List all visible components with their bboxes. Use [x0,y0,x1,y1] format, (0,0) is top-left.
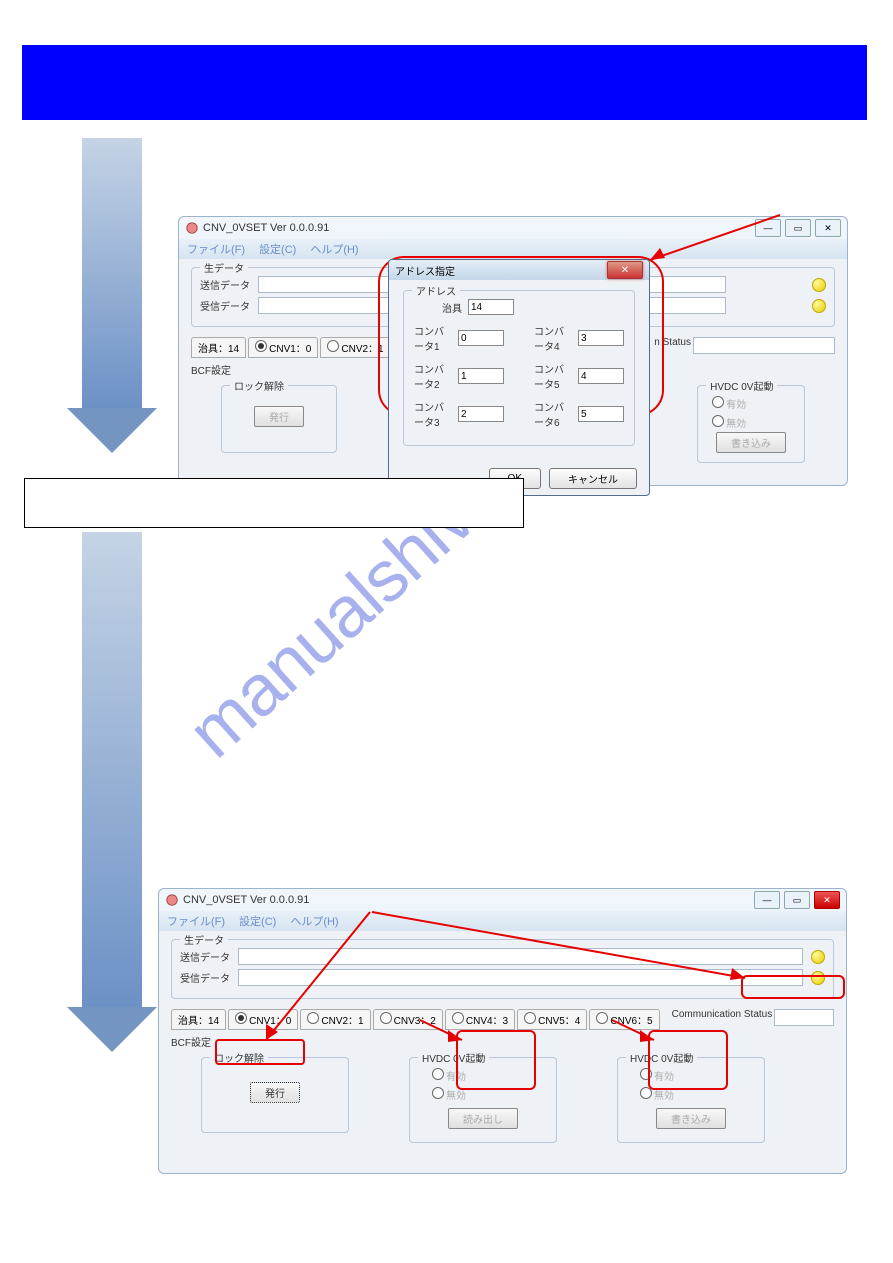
comm-status-label: Communication Status [672,1009,773,1030]
menubar: ファイル(F) 設定(C) ヘルプ(H) [179,239,847,259]
conv1-label: コンバータ1 [414,323,452,353]
empty-text-box [24,478,524,528]
recv-data-label: 受信データ [200,298,250,313]
recv-data-label-2: 受信データ [180,970,230,985]
conv6-label: コンバータ6 [534,399,572,429]
close-button[interactable]: ✕ [815,219,841,237]
conv4-label: コンバータ4 [534,323,572,353]
menu-settings[interactable]: 設定(C) [259,241,296,257]
lock-release-group-2: ロック解除 発行 [201,1057,349,1133]
titlebar[interactable]: CNV_0VSET Ver 0.0.0.91 — ▭ ✕ [179,217,847,239]
hvdc-group-2a: HVDC 0V起動 有効 無効 読み出し [409,1057,557,1143]
lock-release-legend: ロック解除 [230,378,288,393]
hvdc-legend-2a: HVDC 0V起動 [418,1050,489,1065]
menu-file[interactable]: ファイル(F) [187,241,245,257]
tab-cnv2-2[interactable]: CNV2：1 [300,1009,370,1030]
app-icon [185,221,199,235]
menu-help-2[interactable]: ヘルプ(H) [290,913,338,929]
read-button-2[interactable]: 読み出し [448,1108,518,1129]
tab-cnv1[interactable]: CNV1：0 [248,337,318,358]
minimize-button-2[interactable]: — [754,891,780,909]
window-title: CNV_0VSET Ver 0.0.0.91 [203,222,755,234]
conv4-input[interactable] [578,330,624,346]
maximize-button[interactable]: ▭ [785,219,811,237]
comm-status-field [774,1009,834,1026]
send-data-field-2[interactable] [238,948,803,965]
hvdc-legend: HVDC 0V起動 [706,378,777,393]
bcf-label-2: BCF設定 [171,1034,834,1049]
maximize-button-2[interactable]: ▭ [784,891,810,909]
radio-valid-2b[interactable]: 有効 [654,1072,674,1083]
app-window-2: CNV_0VSET Ver 0.0.0.91 — ▭ ✕ ファイル(F) 設定(… [158,888,847,1174]
menu-settings-2[interactable]: 設定(C) [239,913,276,929]
send-status-dot-2 [811,950,825,964]
window-title-2: CNV_0VSET Ver 0.0.0.91 [183,894,754,906]
address-legend: アドレス [412,283,460,298]
radio-valid-label[interactable]: 有効 [726,400,746,411]
menubar-2: ファイル(F) 設定(C) ヘルプ(H) [159,911,846,931]
tab-cnv1-2[interactable]: CNV1：0 [228,1009,298,1030]
recv-status-dot-2 [811,971,825,985]
tab-row-2: 治具：14 CNV1：0 CNV2：1 CNV3：2 CNV4：3 CNV5：4… [171,1005,834,1034]
issue-button-2[interactable]: 発行 [250,1082,300,1103]
write-button-2[interactable]: 書き込み [656,1108,726,1129]
menu-file-2[interactable]: ファイル(F) [167,913,225,929]
jig-label: 治具 [442,300,462,315]
recv-data-field-2[interactable] [238,969,803,986]
conv5-label: コンバータ5 [534,361,572,391]
dialog-cancel-button[interactable]: キャンセル [549,468,637,489]
raw-data-legend-2: 生データ [180,932,228,947]
conv2-input[interactable] [458,368,504,384]
recv-status-dot [812,299,826,313]
conv6-input[interactable] [578,406,624,422]
radio-invalid-label[interactable]: 無効 [726,419,746,430]
write-button-1[interactable]: 書き込み [716,432,786,453]
lock-release-legend-2: ロック解除 [210,1050,268,1065]
dialog-close-button[interactable]: ✕ [607,261,643,279]
status-label: n Status [654,337,691,358]
send-status-dot [812,278,826,292]
radio-valid-2a[interactable]: 有効 [446,1072,466,1083]
menu-help[interactable]: ヘルプ(H) [310,241,358,257]
address-dialog: アドレス指定 ✕ アドレス 治具 コンバータ1 コンバータ2 コンバータ3 コン [388,259,650,496]
close-button-2[interactable]: ✕ [814,891,840,909]
radio-invalid-2a[interactable]: 無効 [446,1091,466,1102]
status-field [693,337,835,354]
hvdc-group-1: HVDC 0V起動 有効 無効 書き込み [697,385,805,463]
conv2-label: コンバータ2 [414,361,452,391]
tab-jig-2[interactable]: 治具：14 [171,1009,226,1030]
raw-data-legend: 生データ [200,260,248,275]
titlebar-2[interactable]: CNV_0VSET Ver 0.0.0.91 — ▭ ✕ [159,889,846,911]
tab-cnv6-2[interactable]: CNV6：5 [589,1009,659,1030]
dialog-titlebar[interactable]: アドレス指定 ✕ [389,260,649,280]
conv3-input[interactable] [458,406,504,422]
conv1-input[interactable] [458,330,504,346]
send-data-label: 送信データ [200,277,250,292]
raw-data-group-2: 生データ 送信データ 受信データ [171,939,834,999]
conv5-input[interactable] [578,368,624,384]
tab-cnv5-2[interactable]: CNV5：4 [517,1009,587,1030]
tab-cnv2[interactable]: CNV2：1 [320,337,390,358]
send-data-label-2: 送信データ [180,949,230,964]
issue-button-1[interactable]: 発行 [254,406,304,427]
tab-cnv4-2[interactable]: CNV4：3 [445,1009,515,1030]
tab-jig[interactable]: 治具：14 [191,337,246,358]
minimize-button[interactable]: — [755,219,781,237]
hvdc-group-2b: HVDC 0V起動 有効 無効 書き込み [617,1057,765,1143]
lock-release-group: ロック解除 発行 [221,385,337,453]
dialog-title: アドレス指定 [395,263,607,278]
blue-banner [22,45,867,120]
conv3-label: コンバータ3 [414,399,452,429]
hvdc-legend-2b: HVDC 0V起動 [626,1050,697,1065]
radio-invalid-2b[interactable]: 無効 [654,1091,674,1102]
jig-input[interactable] [468,299,514,315]
flow-arrow-1 [82,138,142,408]
flow-arrow-2 [82,532,142,1007]
app-icon-2 [165,893,179,907]
tab-cnv3-2[interactable]: CNV3：2 [373,1009,443,1030]
